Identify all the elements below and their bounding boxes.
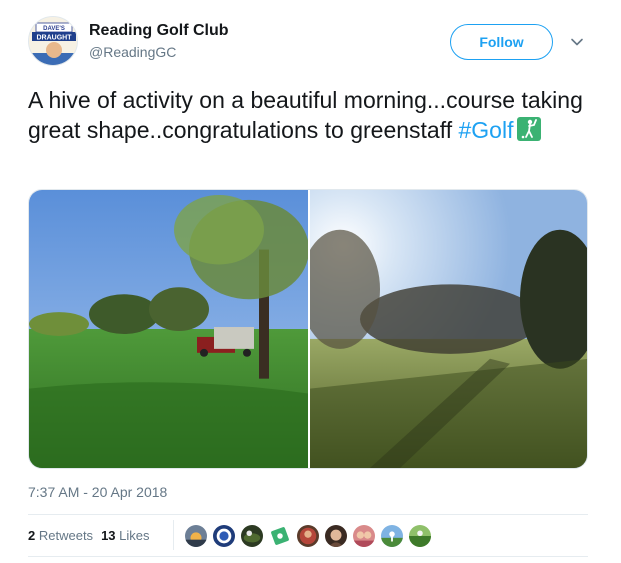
chevron-down-icon[interactable] <box>570 35 584 49</box>
liker-avatar-6[interactable] <box>324 524 348 548</box>
liker-avatar-2[interactable] <box>212 524 236 548</box>
liker-avatar-5[interactable] <box>296 524 320 548</box>
tweet-timestamp[interactable]: 7:37 AM - 20 Apr 2018 <box>28 484 167 500</box>
avatar-text-top: DAVE'S <box>43 26 65 32</box>
engagement-stats: 2 Retweets 13 Likes <box>28 528 150 543</box>
divider <box>28 514 588 515</box>
media-grid <box>28 189 588 469</box>
liker-avatar-1[interactable] <box>184 524 208 548</box>
stats-separator <box>173 520 174 550</box>
golfer-emoji-icon <box>517 117 542 141</box>
liker-avatar-4[interactable] <box>268 524 292 548</box>
retweets-stat[interactable]: 2 Retweets <box>28 528 93 543</box>
retweets-label: Retweets <box>38 528 94 543</box>
liker-avatar-8[interactable] <box>380 524 404 548</box>
account-handle[interactable]: @ReadingGC <box>89 44 176 60</box>
liker-avatar-3[interactable] <box>240 524 264 548</box>
account-name[interactable]: Reading Golf Club <box>89 22 229 40</box>
hashtag-link[interactable]: #Golf <box>458 117 513 143</box>
profile-avatar[interactable]: DAVE'S DRAUGHT <box>28 16 78 66</box>
likes-count: 13 <box>101 528 116 543</box>
tweet-text: A hive of activity on a beautiful mornin… <box>28 85 603 145</box>
golf-course-photo-sunrise[interactable] <box>310 190 588 468</box>
divider <box>28 556 588 557</box>
follow-button[interactable]: Follow <box>450 24 553 60</box>
golf-course-photo-with-cart[interactable] <box>29 190 308 468</box>
avatar-text-bottom: DRAUGHT <box>37 35 73 42</box>
likes-stat[interactable]: 13 Likes <box>101 528 149 543</box>
likes-label: Likes <box>119 528 150 543</box>
liker-avatar-9[interactable] <box>408 524 432 548</box>
daves-draught-avatar-icon: DAVE'S DRAUGHT <box>29 17 77 65</box>
retweets-count: 2 <box>28 528 36 543</box>
liker-avatar-7[interactable] <box>352 524 376 548</box>
